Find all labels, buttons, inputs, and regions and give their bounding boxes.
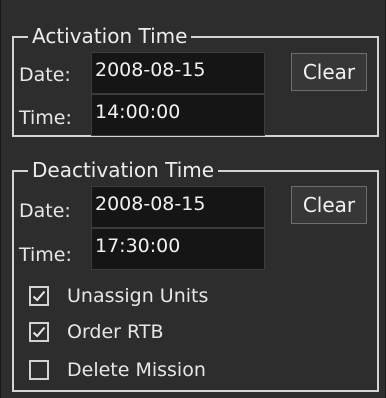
activation-time-label: Time: <box>19 107 72 129</box>
order-rtb-option[interactable]: Order RTB <box>29 318 164 346</box>
activation-date-field[interactable]: 2008-08-15 <box>91 52 265 94</box>
activation-time-field[interactable]: 14:00:00 <box>91 94 265 136</box>
activation-date-label: Date: <box>19 64 71 86</box>
delete-mission-checkbox[interactable] <box>29 360 49 380</box>
deactivation-date-label: Date: <box>19 200 71 222</box>
activation-time-title: Activation Time <box>28 23 192 49</box>
deactivation-clear-button[interactable]: Clear <box>291 186 367 224</box>
unassign-units-label: Unassign Units <box>67 285 209 307</box>
activation-clear-button[interactable]: Clear <box>291 53 367 91</box>
deactivation-time-field[interactable]: 17:30:00 <box>91 228 265 270</box>
order-rtb-label: Order RTB <box>67 321 164 343</box>
deactivation-date-field[interactable]: 2008-08-15 <box>91 186 265 228</box>
unassign-units-option[interactable]: Unassign Units <box>29 282 208 310</box>
unassign-units-checkbox[interactable] <box>29 286 49 306</box>
order-rtb-checkbox[interactable] <box>29 322 49 342</box>
delete-mission-option[interactable]: Delete Mission <box>29 356 206 384</box>
deactivation-time-label: Time: <box>19 244 72 266</box>
check-icon <box>32 326 46 338</box>
deactivation-time-title: Deactivation Time <box>28 157 219 183</box>
delete-mission-label: Delete Mission <box>67 359 206 381</box>
mission-timing-panel: Activation Time Date: 2008-08-15 Time: 1… <box>0 0 386 398</box>
check-icon <box>32 290 46 302</box>
